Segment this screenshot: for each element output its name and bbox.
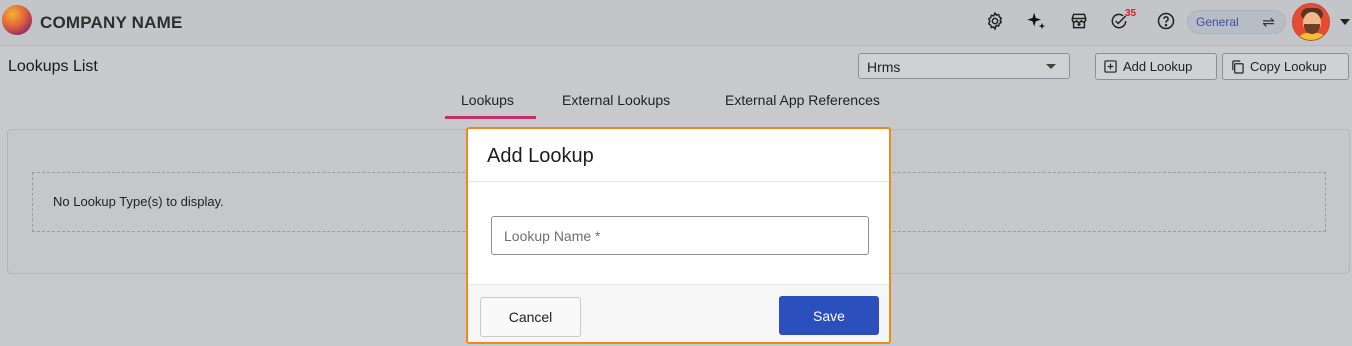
page-title: Lookups List: [8, 58, 98, 75]
company-logo[interactable]: [2, 5, 32, 35]
tab-external-app-references[interactable]: External App References: [725, 92, 880, 108]
modal-title: Add Lookup: [487, 145, 594, 167]
copy-lookup-label: Copy Lookup: [1250, 59, 1327, 74]
chevron-down-icon: [1046, 64, 1056, 69]
copy-icon: [1231, 59, 1244, 74]
copy-lookup-button[interactable]: Copy Lookup: [1222, 53, 1349, 80]
add-lookup-modal: Add Lookup Cancel Save: [466, 127, 891, 344]
chevron-down-icon[interactable]: [1340, 19, 1350, 25]
empty-state-message: No Lookup Type(s) to display.: [53, 194, 224, 209]
plus-square-icon: [1104, 60, 1117, 73]
tasks-count-badge: 35: [1125, 8, 1137, 19]
cancel-button[interactable]: Cancel: [480, 297, 581, 337]
gear-icon[interactable]: [984, 10, 1006, 32]
add-lookup-button[interactable]: Add Lookup: [1095, 53, 1217, 80]
top-navbar: COMPANY NAME 35 General ⇌: [0, 0, 1352, 46]
swap-arrows-icon: ⇌: [1262, 14, 1275, 31]
modal-divider: [468, 181, 889, 182]
module-select[interactable]: Hrms: [858, 53, 1070, 79]
active-tab-indicator: [445, 116, 536, 119]
add-lookup-label: Add Lookup: [1123, 59, 1193, 74]
workspace-label: General: [1196, 15, 1239, 29]
module-select-value: Hrms: [867, 59, 901, 75]
save-button[interactable]: Save: [779, 296, 879, 335]
help-icon[interactable]: [1155, 10, 1177, 32]
workspace-switcher[interactable]: General ⇌: [1187, 10, 1286, 34]
tab-external-lookups[interactable]: External Lookups: [562, 92, 670, 108]
modal-footer: Cancel Save: [468, 284, 889, 342]
lookup-name-input[interactable]: [491, 216, 869, 255]
store-icon[interactable]: [1068, 10, 1090, 32]
sparkle-icon[interactable]: [1025, 10, 1047, 32]
avatar[interactable]: [1292, 3, 1330, 41]
tab-lookups[interactable]: Lookups: [461, 92, 514, 108]
company-name: COMPANY NAME: [40, 13, 183, 32]
